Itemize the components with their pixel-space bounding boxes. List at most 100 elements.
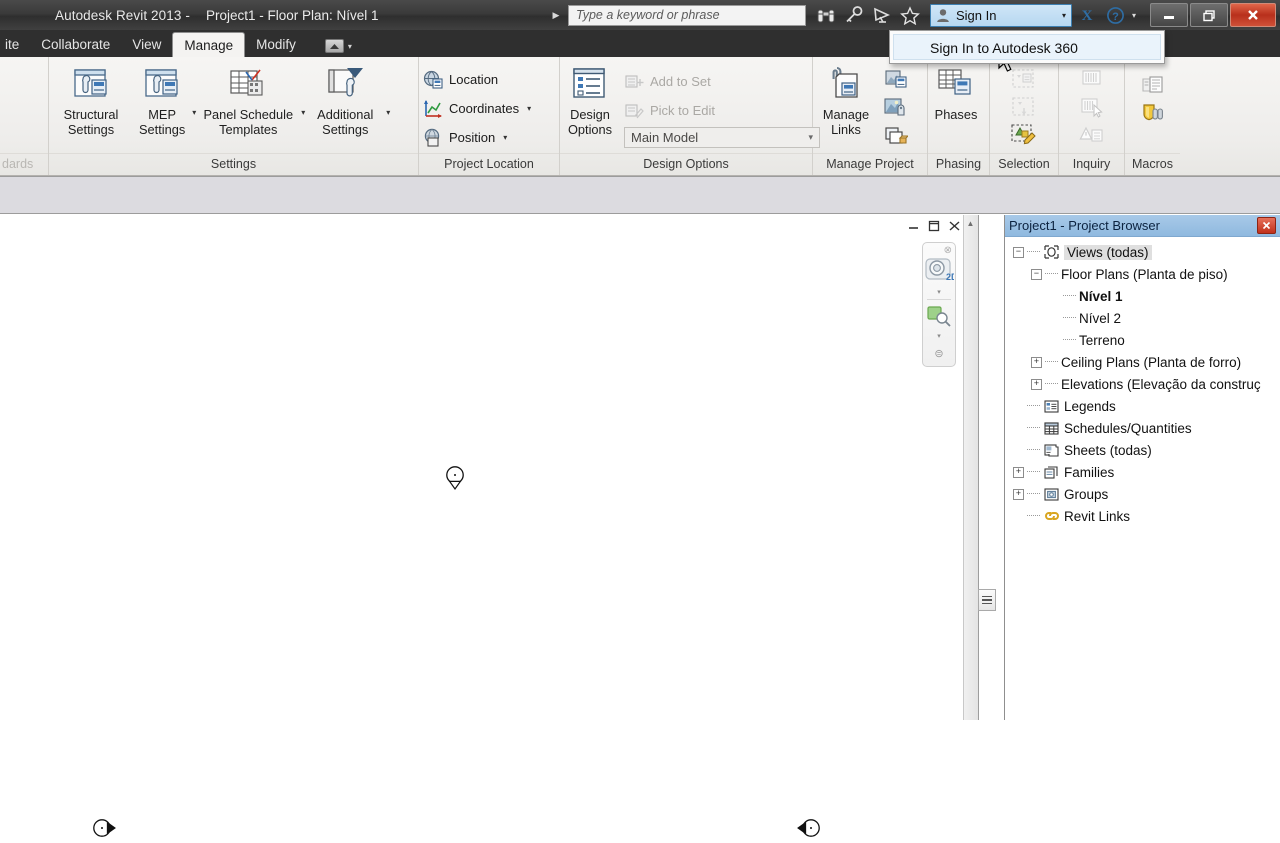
view-window-controls <box>907 219 961 233</box>
expand-icon[interactable]: + <box>1031 378 1042 390</box>
warnings-icon <box>1075 65 1109 93</box>
expand-icon[interactable]: + <box>1013 466 1024 478</box>
binoculars-icon[interactable] <box>812 2 840 28</box>
svg-text:?: ? <box>1112 11 1119 23</box>
view-close-icon[interactable] <box>947 219 961 233</box>
tree-item[interactable]: Sheets (todas) <box>1013 439 1280 461</box>
canvas-vertical-scrollbar[interactable]: ▲ <box>963 215 978 720</box>
tree-item[interactable]: − Views (todas) <box>1013 241 1280 263</box>
elevation-marker-west[interactable] <box>92 816 118 843</box>
structural-settings-button[interactable]: Structural Settings <box>49 63 133 137</box>
coordinates-dropdown-icon[interactable]: ▾ <box>527 104 531 113</box>
drawing-canvas[interactable]: ⊗ 2D ▾ ▾ ⊜ <box>0 215 979 837</box>
navbar-close-icon[interactable]: ⊗ <box>944 246 952 256</box>
autodesk-exchange-icon[interactable]: X <box>1072 6 1102 24</box>
navbar-menu-icon[interactable]: ⊜ <box>934 347 943 360</box>
key-icon[interactable] <box>840 2 868 28</box>
manage-images-icon[interactable] <box>879 93 913 121</box>
sign-in-button[interactable]: Sign In ▾ <box>930 3 1072 27</box>
close-button[interactable] <box>1230 3 1276 27</box>
starting-view-icon[interactable] <box>879 121 913 149</box>
tab-manage[interactable]: Manage <box>172 32 246 57</box>
tree-item[interactable]: + Ceiling Plans (Planta de forro) <box>1013 351 1280 373</box>
tab-collaborate[interactable]: Collaborate <box>30 33 121 57</box>
navigation-bar[interactable]: ⊗ 2D ▾ ▾ ⊜ <box>922 242 958 367</box>
collapse-icon[interactable]: − <box>1031 268 1042 280</box>
satellite-dish-icon[interactable] <box>868 2 896 28</box>
window-controls <box>1148 0 1280 30</box>
tree-connector <box>1063 317 1076 319</box>
position-icon <box>424 128 440 147</box>
manage-links-button[interactable]: Manage Links <box>813 63 879 137</box>
tree-item[interactable]: Revit Links <box>1013 505 1280 527</box>
project-browser-close-button[interactable] <box>1257 217 1276 234</box>
steering-wheel-icon[interactable]: 2D <box>924 256 958 287</box>
project-browser-tree[interactable]: − Views (todas) − Floor Plans (Planta de pi… <box>1005 237 1280 527</box>
help-icon[interactable]: ? <box>1102 6 1128 25</box>
tab-site[interactable]: ite <box>0 33 30 57</box>
collapse-icon[interactable]: − <box>1013 246 1024 258</box>
steering-wheel-dropdown-icon[interactable]: ▾ <box>937 288 941 296</box>
expand-icon[interactable]: + <box>1013 488 1024 500</box>
tree-item[interactable]: Legends <box>1013 395 1280 417</box>
tree-item[interactable]: Nível 1 <box>1013 285 1280 307</box>
design-options-button[interactable]: Design Options <box>560 63 620 137</box>
structural-settings-line1: Structural <box>63 107 119 122</box>
edit-selection-icon[interactable] <box>1007 121 1041 149</box>
navbar-divider <box>927 299 951 300</box>
menu-item-sign-in-to-autodesk-360[interactable]: Sign In to Autodesk 360 <box>893 34 1161 60</box>
phases-icon <box>935 63 977 107</box>
tree-item[interactable]: + Elevations (Elevação da construç <box>1013 373 1280 395</box>
expand-icon[interactable]: + <box>1031 356 1042 368</box>
chevron-down-icon[interactable]: ▾ <box>1062 11 1066 20</box>
location-button[interactable]: Location <box>419 65 537 94</box>
additional-settings-dropdown-icon[interactable]: ▾ <box>386 108 390 117</box>
structural-settings-line2: Settings <box>67 122 115 137</box>
view-restore-icon[interactable] <box>927 219 941 233</box>
macro-security-icon[interactable] <box>1136 99 1170 127</box>
tree-item[interactable]: Schedules/Quantities <box>1013 417 1280 439</box>
quick-access-overflow-icon[interactable]: ▶ <box>548 10 564 21</box>
browser-collapse-button[interactable] <box>978 589 996 611</box>
tree-item[interactable]: + Groups <box>1013 483 1280 505</box>
tree-item-label: Revit Links <box>1064 508 1131 524</box>
tree-item[interactable]: + Families <box>1013 461 1280 483</box>
search-input[interactable]: Type a keyword or phrase <box>568 4 806 26</box>
position-dropdown-icon[interactable]: ▾ <box>503 133 507 142</box>
scroll-up-icon[interactable]: ▲ <box>965 217 976 229</box>
ribbon-collapse-icon[interactable] <box>324 39 344 53</box>
zoom-tool-icon[interactable] <box>926 304 952 331</box>
minimize-button[interactable] <box>1150 3 1188 27</box>
tree-item[interactable]: Nível 2 <box>1013 307 1280 329</box>
tab-view[interactable]: View <box>121 33 172 57</box>
ribbon-minimize-control[interactable]: ▾ <box>324 39 352 57</box>
design-option-select[interactable]: Main Model ▾ <box>624 127 820 148</box>
tree-item-label: Sheets (todas) <box>1064 442 1152 458</box>
tab-modify[interactable]: Modify <box>245 33 307 57</box>
elevation-marker-east[interactable] <box>795 816 821 843</box>
additional-settings-button[interactable]: Additional Settings <box>305 63 385 137</box>
panel-schedule-templates-button[interactable]: Panel Schedule Templates <box>196 63 300 137</box>
tree-item[interactable]: Terreno <box>1013 329 1280 351</box>
position-button[interactable]: Position ▾ <box>419 123 537 152</box>
application-menu-button[interactable] <box>0 0 55 30</box>
chevron-down-icon[interactable]: ▾ <box>348 42 352 51</box>
view-minimize-icon[interactable] <box>907 219 921 233</box>
sign-in-dropdown-menu[interactable]: Sign In to Autodesk 360 <box>889 30 1165 64</box>
tree-connector <box>1063 339 1076 341</box>
restore-button[interactable] <box>1190 3 1228 27</box>
elevation-marker-north[interactable] <box>444 465 468 494</box>
mep-settings-button[interactable]: MEP Settings <box>133 63 191 137</box>
coordinates-button[interactable]: Coordinates ▾ <box>419 94 537 123</box>
star-icon[interactable] <box>896 2 924 28</box>
zoom-tool-dropdown-icon[interactable]: ▾ <box>937 332 941 340</box>
app-title: Autodesk Revit 2013 - <box>55 7 190 23</box>
add-to-set-label: Add to Set <box>650 74 711 89</box>
macro-manager-icon[interactable] <box>1136 71 1170 99</box>
decal-types-icon[interactable] <box>879 65 913 93</box>
project-browser-titlebar: Project1 - Project Browser <box>1005 215 1280 237</box>
tree-item[interactable]: − Floor Plans (Planta de piso) <box>1013 263 1280 285</box>
phases-button[interactable]: Phases <box>928 63 984 122</box>
manage-links-icon <box>825 63 867 107</box>
help-chevron-icon[interactable]: ▾ <box>1128 11 1140 20</box>
